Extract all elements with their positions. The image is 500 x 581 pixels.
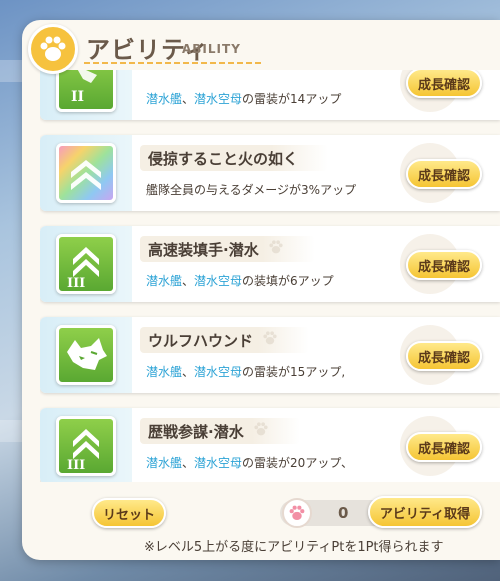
ability-points-value: 0 [338, 504, 349, 522]
chevron-rank-3-icon: III [56, 234, 116, 294]
paw-icon [252, 420, 270, 442]
ability-description: 潜水艦、潜水空母の雷装が15アップ, [146, 365, 346, 379]
page-subtitle: ABILITY [182, 42, 241, 56]
ability-card: III 高速装填手·潜水 潜水艦、潜水空母の装填が6アップ 成長確認 [40, 226, 500, 302]
ability-panel: アビリティ ABILITY II 潜水艦、潜水空母の雷装が14アップ 成長確認 … [22, 20, 500, 560]
reset-button[interactable]: リセット [92, 498, 166, 528]
paw-icon [267, 238, 285, 260]
panel-header: アビリティ ABILITY [22, 20, 500, 74]
panel-footer: リセット 0 アビリティ取得 ※レベル5上がる度にアビリティPtを1Pt得られま… [22, 482, 500, 560]
svg-text:III: III [67, 276, 85, 289]
growth-check-button[interactable]: 成長確認 [406, 341, 482, 371]
chevron-rainbow-icon [56, 143, 116, 203]
svg-text:III: III [67, 458, 85, 471]
growth-check-button[interactable]: 成長確認 [406, 250, 482, 280]
ability-description: 潜水艦、潜水空母の雷装が20アップ、 [146, 456, 353, 470]
ability-card: ウルフハウンド 潜水艦、潜水空母の雷装が15アップ, 成長確認 [40, 317, 500, 393]
growth-check-button[interactable]: 成長確認 [406, 70, 482, 98]
paw-points-icon [282, 498, 312, 528]
ability-name: ウルフハウンド [148, 331, 254, 350]
acquire-ability-button[interactable]: アビリティ取得 [368, 496, 482, 528]
ability-name: 歴戦参謀·潜水 [148, 422, 244, 441]
growth-check-button[interactable]: 成長確認 [406, 432, 482, 462]
torpedo-rank-2-icon: II [56, 70, 116, 112]
ability-description: 潜水艦、潜水空母の雷装が14アップ [146, 92, 342, 106]
paw-icon [261, 329, 279, 351]
ability-description: 潜水艦、潜水空母の装填が6アップ [146, 274, 334, 288]
ability-list[interactable]: II 潜水艦、潜水空母の雷装が14アップ 成長確認 侵掠すること火の如く 艦隊全… [40, 70, 500, 482]
title-underline [84, 62, 264, 64]
ability-card: II 潜水艦、潜水空母の雷装が14アップ 成長確認 [40, 70, 500, 120]
ability-name: 高速装填手·潜水 [148, 240, 259, 259]
points-note: ※レベル5上がる度にアビリティPtを1Pt得られます [144, 540, 444, 555]
svg-text:II: II [71, 89, 84, 105]
chevron-rank-3-icon: III [56, 416, 116, 476]
ability-card: 侵掠すること火の如く 艦隊全員の与えるダメージが3%アップ 成長確認 [40, 135, 500, 211]
wolf-head-icon [56, 325, 116, 385]
paw-icon [28, 24, 78, 74]
ability-name: 侵掠すること火の如く [148, 149, 299, 168]
growth-check-button[interactable]: 成長確認 [406, 159, 482, 189]
ability-description: 艦隊全員の与えるダメージが3%アップ [146, 183, 357, 197]
ability-card: III 歴戦参謀·潜水 潜水艦、潜水空母の雷装が20アップ、 成長確認 [40, 408, 500, 482]
